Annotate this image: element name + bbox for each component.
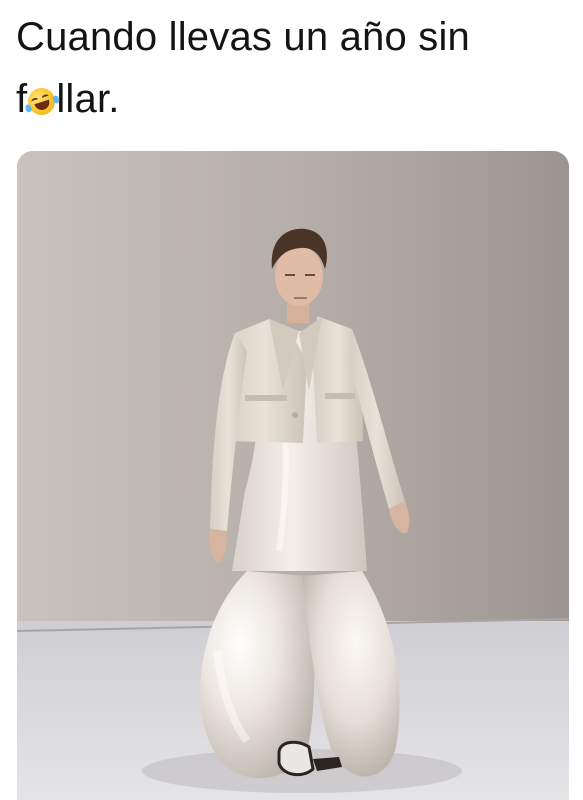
meme-post: Cuando llevas un año sin f llar.: [0, 0, 583, 800]
caption-line-1: Cuando llevas un año sin: [16, 15, 470, 59]
meme-caption: Cuando llevas un año sin f llar.: [16, 6, 572, 130]
meme-photo: [17, 151, 569, 800]
rofl-emoji-icon: [24, 84, 61, 119]
caption-suffix: llar.: [56, 77, 120, 121]
shoe-left: [277, 740, 315, 777]
runway-model-illustration: [17, 151, 569, 800]
caption-prefix: f: [16, 77, 28, 121]
caption-line-2: f llar.: [16, 68, 572, 130]
